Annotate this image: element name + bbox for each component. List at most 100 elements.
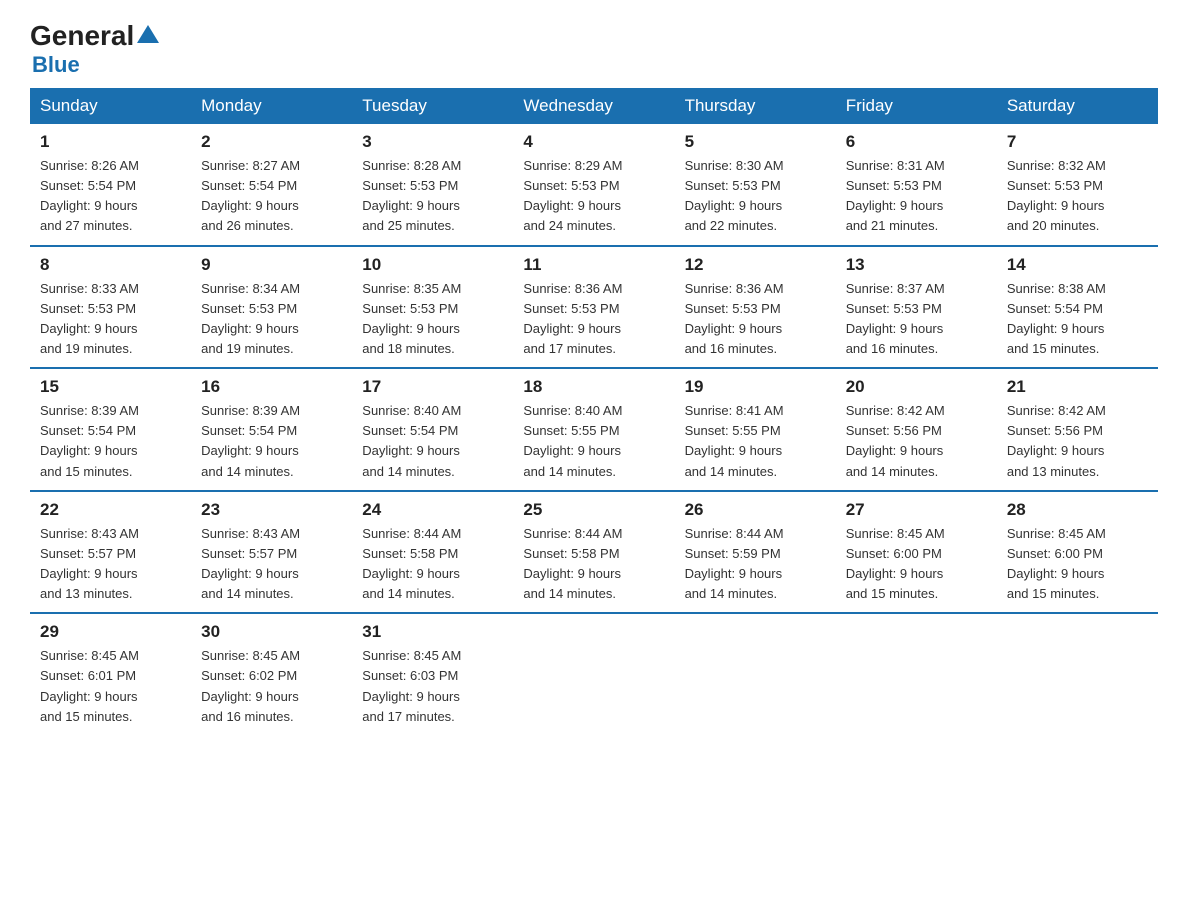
calendar-cell	[513, 613, 674, 735]
calendar-cell: 16 Sunrise: 8:39 AM Sunset: 5:54 PM Dayl…	[191, 368, 352, 491]
day-number: 20	[846, 377, 987, 397]
calendar-cell: 5 Sunrise: 8:30 AM Sunset: 5:53 PM Dayli…	[675, 124, 836, 246]
day-number: 6	[846, 132, 987, 152]
day-number: 27	[846, 500, 987, 520]
logo-general-text: General	[30, 20, 134, 52]
calendar-week-row: 1 Sunrise: 8:26 AM Sunset: 5:54 PM Dayli…	[30, 124, 1158, 246]
day-info: Sunrise: 8:26 AM Sunset: 5:54 PM Dayligh…	[40, 158, 139, 233]
calendar-cell: 31 Sunrise: 8:45 AM Sunset: 6:03 PM Dayl…	[352, 613, 513, 735]
day-info: Sunrise: 8:37 AM Sunset: 5:53 PM Dayligh…	[846, 281, 945, 356]
day-number: 21	[1007, 377, 1148, 397]
calendar-cell	[997, 613, 1158, 735]
day-info: Sunrise: 8:44 AM Sunset: 5:58 PM Dayligh…	[362, 526, 461, 601]
day-info: Sunrise: 8:36 AM Sunset: 5:53 PM Dayligh…	[685, 281, 784, 356]
day-info: Sunrise: 8:29 AM Sunset: 5:53 PM Dayligh…	[523, 158, 622, 233]
day-number: 25	[523, 500, 664, 520]
day-number: 14	[1007, 255, 1148, 275]
calendar-cell: 20 Sunrise: 8:42 AM Sunset: 5:56 PM Dayl…	[836, 368, 997, 491]
day-info: Sunrise: 8:31 AM Sunset: 5:53 PM Dayligh…	[846, 158, 945, 233]
calendar-cell: 24 Sunrise: 8:44 AM Sunset: 5:58 PM Dayl…	[352, 491, 513, 614]
calendar-cell: 4 Sunrise: 8:29 AM Sunset: 5:53 PM Dayli…	[513, 124, 674, 246]
calendar-cell: 29 Sunrise: 8:45 AM Sunset: 6:01 PM Dayl…	[30, 613, 191, 735]
calendar-cell: 2 Sunrise: 8:27 AM Sunset: 5:54 PM Dayli…	[191, 124, 352, 246]
calendar-header-row: SundayMondayTuesdayWednesdayThursdayFrid…	[30, 88, 1158, 124]
day-number: 8	[40, 255, 181, 275]
day-number: 12	[685, 255, 826, 275]
day-info: Sunrise: 8:45 AM Sunset: 6:03 PM Dayligh…	[362, 648, 461, 723]
calendar-week-row: 29 Sunrise: 8:45 AM Sunset: 6:01 PM Dayl…	[30, 613, 1158, 735]
day-info: Sunrise: 8:43 AM Sunset: 5:57 PM Dayligh…	[40, 526, 139, 601]
calendar-cell: 12 Sunrise: 8:36 AM Sunset: 5:53 PM Dayl…	[675, 246, 836, 369]
weekday-header-sunday: Sunday	[30, 88, 191, 124]
day-info: Sunrise: 8:45 AM Sunset: 6:00 PM Dayligh…	[846, 526, 945, 601]
calendar-cell	[836, 613, 997, 735]
day-info: Sunrise: 8:42 AM Sunset: 5:56 PM Dayligh…	[1007, 403, 1106, 478]
calendar-cell: 18 Sunrise: 8:40 AM Sunset: 5:55 PM Dayl…	[513, 368, 674, 491]
day-number: 11	[523, 255, 664, 275]
calendar-cell: 30 Sunrise: 8:45 AM Sunset: 6:02 PM Dayl…	[191, 613, 352, 735]
day-number: 3	[362, 132, 503, 152]
calendar-cell: 3 Sunrise: 8:28 AM Sunset: 5:53 PM Dayli…	[352, 124, 513, 246]
day-info: Sunrise: 8:32 AM Sunset: 5:53 PM Dayligh…	[1007, 158, 1106, 233]
calendar-cell: 9 Sunrise: 8:34 AM Sunset: 5:53 PM Dayli…	[191, 246, 352, 369]
page-header: General Blue	[30, 20, 1158, 78]
day-number: 15	[40, 377, 181, 397]
day-number: 31	[362, 622, 503, 642]
day-number: 7	[1007, 132, 1148, 152]
day-number: 10	[362, 255, 503, 275]
weekday-header-friday: Friday	[836, 88, 997, 124]
day-info: Sunrise: 8:45 AM Sunset: 6:02 PM Dayligh…	[201, 648, 300, 723]
day-number: 17	[362, 377, 503, 397]
day-number: 4	[523, 132, 664, 152]
weekday-header-thursday: Thursday	[675, 88, 836, 124]
day-info: Sunrise: 8:34 AM Sunset: 5:53 PM Dayligh…	[201, 281, 300, 356]
day-info: Sunrise: 8:38 AM Sunset: 5:54 PM Dayligh…	[1007, 281, 1106, 356]
day-number: 18	[523, 377, 664, 397]
calendar-cell: 27 Sunrise: 8:45 AM Sunset: 6:00 PM Dayl…	[836, 491, 997, 614]
day-number: 1	[40, 132, 181, 152]
calendar-cell: 13 Sunrise: 8:37 AM Sunset: 5:53 PM Dayl…	[836, 246, 997, 369]
calendar-cell: 22 Sunrise: 8:43 AM Sunset: 5:57 PM Dayl…	[30, 491, 191, 614]
day-info: Sunrise: 8:39 AM Sunset: 5:54 PM Dayligh…	[201, 403, 300, 478]
day-info: Sunrise: 8:36 AM Sunset: 5:53 PM Dayligh…	[523, 281, 622, 356]
day-info: Sunrise: 8:40 AM Sunset: 5:54 PM Dayligh…	[362, 403, 461, 478]
day-info: Sunrise: 8:30 AM Sunset: 5:53 PM Dayligh…	[685, 158, 784, 233]
calendar-cell	[675, 613, 836, 735]
day-number: 28	[1007, 500, 1148, 520]
day-number: 22	[40, 500, 181, 520]
day-info: Sunrise: 8:42 AM Sunset: 5:56 PM Dayligh…	[846, 403, 945, 478]
calendar-cell: 19 Sunrise: 8:41 AM Sunset: 5:55 PM Dayl…	[675, 368, 836, 491]
logo: General Blue	[30, 20, 159, 78]
day-info: Sunrise: 8:45 AM Sunset: 6:00 PM Dayligh…	[1007, 526, 1106, 601]
day-info: Sunrise: 8:39 AM Sunset: 5:54 PM Dayligh…	[40, 403, 139, 478]
day-info: Sunrise: 8:44 AM Sunset: 5:58 PM Dayligh…	[523, 526, 622, 601]
day-number: 26	[685, 500, 826, 520]
weekday-header-saturday: Saturday	[997, 88, 1158, 124]
day-number: 16	[201, 377, 342, 397]
day-number: 19	[685, 377, 826, 397]
calendar-cell: 8 Sunrise: 8:33 AM Sunset: 5:53 PM Dayli…	[30, 246, 191, 369]
calendar-cell: 21 Sunrise: 8:42 AM Sunset: 5:56 PM Dayl…	[997, 368, 1158, 491]
day-info: Sunrise: 8:28 AM Sunset: 5:53 PM Dayligh…	[362, 158, 461, 233]
weekday-header-wednesday: Wednesday	[513, 88, 674, 124]
weekday-header-monday: Monday	[191, 88, 352, 124]
day-info: Sunrise: 8:35 AM Sunset: 5:53 PM Dayligh…	[362, 281, 461, 356]
day-number: 9	[201, 255, 342, 275]
calendar-table: SundayMondayTuesdayWednesdayThursdayFrid…	[30, 88, 1158, 735]
calendar-week-row: 22 Sunrise: 8:43 AM Sunset: 5:57 PM Dayl…	[30, 491, 1158, 614]
calendar-week-row: 8 Sunrise: 8:33 AM Sunset: 5:53 PM Dayli…	[30, 246, 1158, 369]
calendar-cell: 23 Sunrise: 8:43 AM Sunset: 5:57 PM Dayl…	[191, 491, 352, 614]
day-number: 2	[201, 132, 342, 152]
day-number: 23	[201, 500, 342, 520]
day-info: Sunrise: 8:33 AM Sunset: 5:53 PM Dayligh…	[40, 281, 139, 356]
day-number: 29	[40, 622, 181, 642]
calendar-cell: 7 Sunrise: 8:32 AM Sunset: 5:53 PM Dayli…	[997, 124, 1158, 246]
calendar-cell: 25 Sunrise: 8:44 AM Sunset: 5:58 PM Dayl…	[513, 491, 674, 614]
calendar-cell: 14 Sunrise: 8:38 AM Sunset: 5:54 PM Dayl…	[997, 246, 1158, 369]
day-number: 13	[846, 255, 987, 275]
day-info: Sunrise: 8:27 AM Sunset: 5:54 PM Dayligh…	[201, 158, 300, 233]
calendar-cell: 15 Sunrise: 8:39 AM Sunset: 5:54 PM Dayl…	[30, 368, 191, 491]
day-number: 24	[362, 500, 503, 520]
day-number: 5	[685, 132, 826, 152]
calendar-cell: 26 Sunrise: 8:44 AM Sunset: 5:59 PM Dayl…	[675, 491, 836, 614]
